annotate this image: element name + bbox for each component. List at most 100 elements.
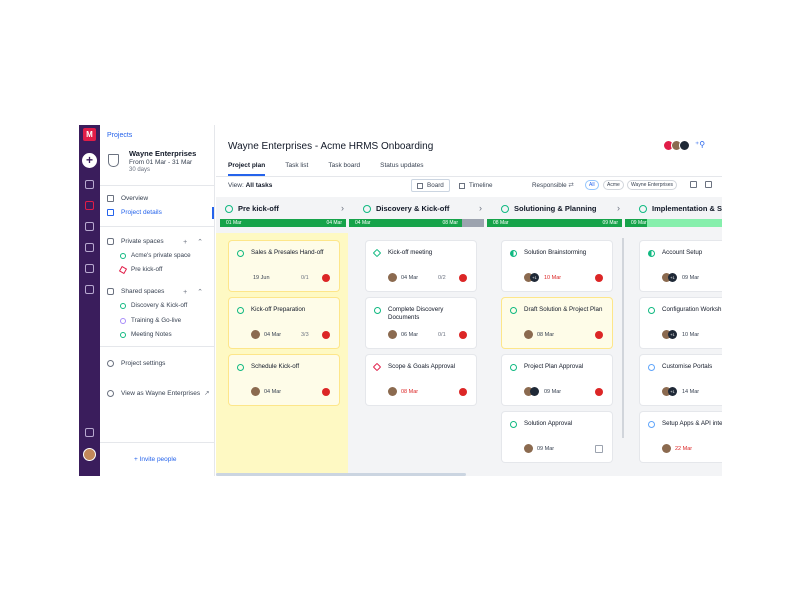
- add-collapse-controls[interactable]: + ⌃: [183, 288, 207, 296]
- shared-spaces-header[interactable]: Shared spaces + ⌃: [107, 288, 207, 296]
- task-title: Kick-off Preparation: [251, 306, 306, 313]
- project-shield-icon: [108, 154, 119, 167]
- extra-assignees-avatar: +1: [668, 273, 677, 282]
- filter-chip-all[interactable]: All: [585, 180, 599, 190]
- subtask-count: 3/3: [301, 332, 309, 338]
- phase-timeline: 08 Mar 09 Mar: [487, 219, 622, 227]
- phase-start: 08 Mar: [487, 219, 597, 227]
- invite-people-button[interactable]: + Invite people: [134, 456, 176, 463]
- nav-project-details[interactable]: Project details: [107, 209, 162, 216]
- tab-task-board[interactable]: Task board: [328, 162, 360, 176]
- main-content: Wayne Enterprises - Acme HRMS Onboarding…: [216, 125, 722, 476]
- shared-spaces-label: Shared spaces: [121, 288, 165, 295]
- view-as-label: View as Wayne Enterprises: [121, 389, 201, 397]
- phase-progress: [646, 219, 722, 227]
- space-label: Meeting Notes: [131, 331, 172, 338]
- space-item[interactable]: Meeting Notes: [120, 331, 172, 338]
- task-card[interactable]: Solution Brainstorming +1 10 Mar: [502, 241, 612, 291]
- tab-status-updates[interactable]: Status updates: [380, 162, 423, 176]
- milestone-icon: [372, 362, 382, 372]
- chevron-right-icon: ›: [617, 203, 620, 213]
- task-card[interactable]: Configuration Worksh +1 10 Mar: [640, 298, 722, 348]
- vertical-scrollbar[interactable]: [622, 238, 624, 438]
- eye-icon: [107, 389, 114, 397]
- board-view-button[interactable]: Board: [411, 179, 450, 192]
- horizontal-scrollbar[interactable]: [216, 473, 466, 476]
- view-as-link[interactable]: View as Wayne Enterprises ↗: [107, 389, 210, 397]
- add-collapse-controls[interactable]: + ⌃: [183, 238, 207, 246]
- phase-timeline: 01 Mar 04 Mar: [220, 219, 346, 227]
- messages-icon[interactable]: [85, 428, 94, 437]
- task-card[interactable]: Draft Solution & Project Plan 08 Mar: [502, 298, 612, 348]
- comment-icon[interactable]: [690, 181, 697, 188]
- share-icon[interactable]: [705, 181, 712, 188]
- project-settings-link[interactable]: Project settings: [107, 360, 165, 367]
- extra-assignees-avatar: [530, 387, 539, 396]
- task-card[interactable]: Solution Approval 09 Mar: [502, 412, 612, 462]
- projects-icon[interactable]: [85, 201, 94, 210]
- task-card[interactable]: Customise Portals +1 14 Mar: [640, 355, 722, 405]
- space-item[interactable]: Pre kick-off: [118, 265, 162, 274]
- column-title: Discovery & Kick-off: [376, 204, 450, 213]
- column-header[interactable]: Discovery & Kick-off: [363, 204, 449, 213]
- column-header[interactable]: Implementation & Se: [639, 204, 722, 213]
- breadcrumb[interactable]: Projects: [107, 132, 132, 139]
- home-icon[interactable]: [85, 180, 94, 189]
- space-item[interactable]: Training & Go-live: [120, 317, 181, 324]
- nav-project-details-label: Project details: [121, 209, 162, 216]
- user-avatar[interactable]: [83, 448, 96, 461]
- space-dot-icon: [120, 331, 126, 338]
- task-card[interactable]: Complete Discovery Documents 06 Mar 0/1: [366, 298, 476, 348]
- column-header[interactable]: Pre kick-off: [225, 204, 279, 213]
- swap-icon: ⇄: [568, 182, 574, 189]
- reports-icon[interactable]: [85, 264, 94, 273]
- timeline-view-button[interactable]: Timeline: [454, 179, 498, 192]
- phase-start: 01 Mar: [220, 219, 321, 227]
- priority-flag-icon: [322, 331, 330, 339]
- documents-icon[interactable]: [85, 243, 94, 252]
- task-card[interactable]: Kick-off meeting 04 Mar 0/2: [366, 241, 476, 291]
- column-header[interactable]: Solutioning & Planning: [501, 204, 597, 213]
- assignee-avatar: [251, 330, 260, 339]
- avatar: [679, 140, 690, 151]
- tab-project-plan[interactable]: Project plan: [228, 162, 266, 176]
- task-date: 04 Mar: [264, 389, 282, 395]
- task-title: Scope & Goals Approval: [388, 363, 456, 370]
- filter-chip-acme[interactable]: Acme: [603, 180, 624, 190]
- page-title: Wayne Enterprises - Acme HRMS Onboarding: [228, 141, 434, 152]
- active-indicator: [212, 207, 214, 219]
- tab-task-list[interactable]: Task list: [285, 162, 308, 176]
- task-title: Account Setup: [662, 249, 703, 256]
- task-card[interactable]: Project Plan Approval 09 Mar: [502, 355, 612, 405]
- task-card[interactable]: Schedule Kick-off 04 Mar: [229, 355, 339, 405]
- view-selector[interactable]: View: All tasks: [228, 182, 272, 189]
- app-logo[interactable]: M: [83, 128, 96, 141]
- task-card[interactable]: Scope & Goals Approval 08 Mar: [366, 355, 476, 405]
- create-button[interactable]: +: [82, 153, 97, 168]
- subtask-count: 0/1: [301, 275, 309, 281]
- add-member-icon[interactable]: ⁺⚲: [695, 140, 705, 151]
- check-circle-icon: [639, 204, 647, 213]
- member-avatars[interactable]: ⁺⚲: [663, 140, 705, 151]
- task-card[interactable]: Kick-off Preparation 04 Mar 3/3: [229, 298, 339, 348]
- open-circle-icon: [648, 421, 655, 428]
- private-spaces-header[interactable]: Private spaces + ⌃: [107, 238, 207, 246]
- task-date: 04 Mar: [264, 332, 282, 338]
- space-item[interactable]: Discovery & Kick-off: [120, 302, 187, 309]
- settings-icon[interactable]: [85, 285, 94, 294]
- task-date: 10 Mar: [544, 275, 562, 281]
- nav-overview[interactable]: Overview: [107, 195, 148, 202]
- priority-flag-icon: [322, 388, 330, 396]
- tasks-icon[interactable]: [85, 222, 94, 231]
- priority-flag-icon: [595, 388, 603, 396]
- space-item[interactable]: Acme's private space: [120, 252, 191, 259]
- task-card[interactable]: Account Setup +1 09 Mar: [640, 241, 722, 291]
- view-value: All tasks: [245, 182, 273, 189]
- responsible-filter[interactable]: Responsible ⇄: [532, 182, 574, 189]
- task-card[interactable]: Setup Apps & API integrations 22 Mar: [640, 412, 722, 462]
- board-column: Discovery & Kick-off › 04 Mar 08 Mar Kick…: [349, 197, 484, 476]
- filter-chip-wayne[interactable]: Wayne Enterprises: [627, 180, 678, 190]
- task-card[interactable]: Sales & Presales Hand-off 19 Jun 0/1: [229, 241, 339, 291]
- timeline-icon: [459, 182, 465, 189]
- task-date: 04 Mar: [401, 275, 419, 281]
